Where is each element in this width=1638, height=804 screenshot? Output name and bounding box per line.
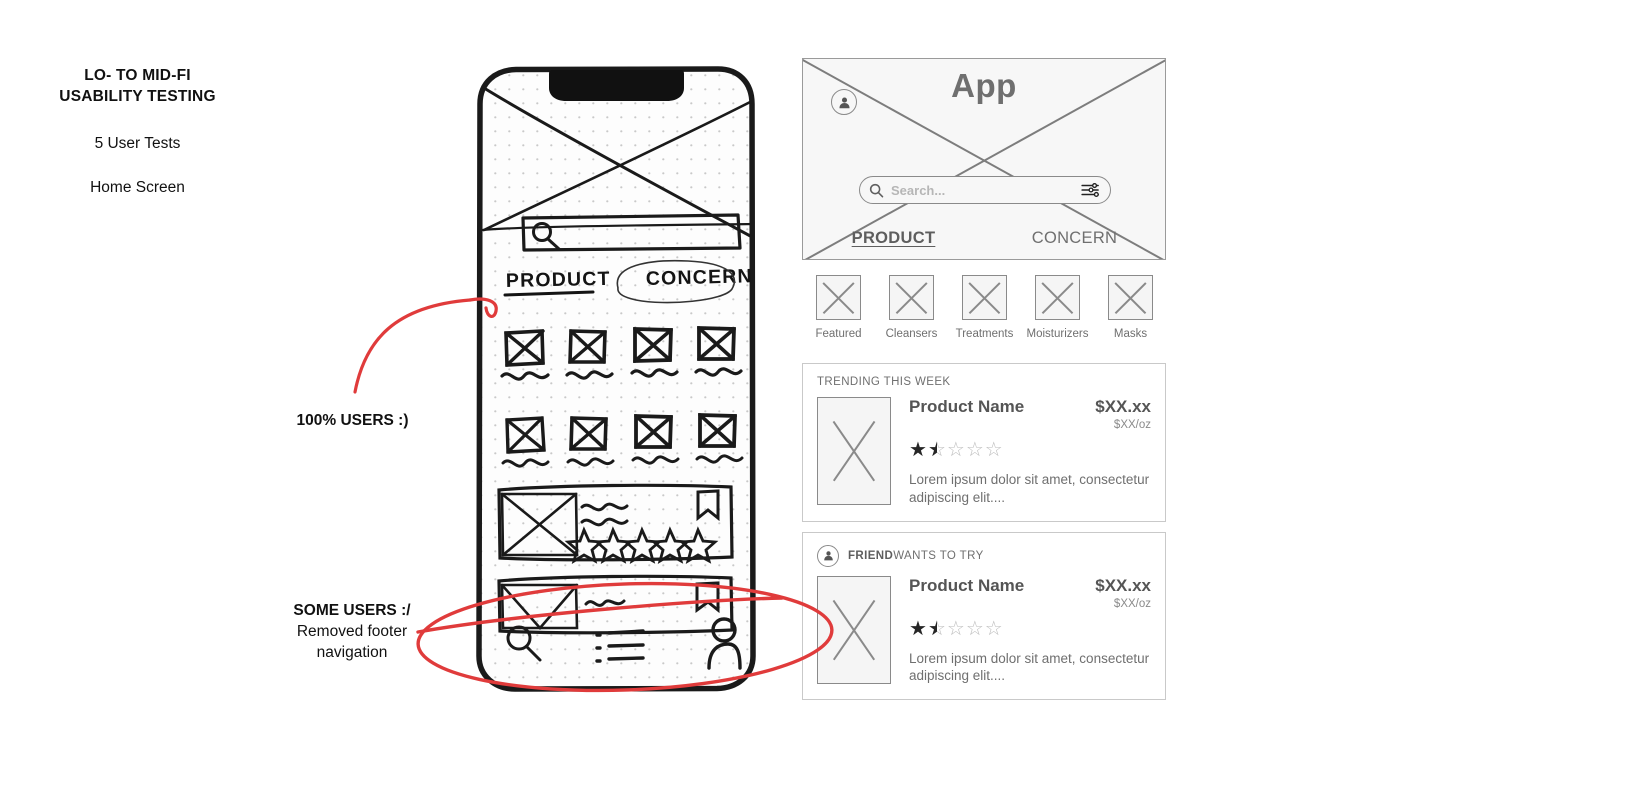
product-name: Product Name	[909, 575, 1025, 595]
annotation-note-issue-line1: Removed footer	[296, 622, 408, 640]
deck-title: LO- TO MID-FI USABILITY TESTING	[10, 66, 265, 108]
category-label: Featured	[815, 328, 862, 340]
product-price-block: $XX.xx $XX/oz	[1095, 576, 1151, 610]
card-eyebrow-text: TRENDING THIS WEEK	[817, 376, 951, 388]
product-description: Lorem ipsum dolor sit amet, consectetur …	[909, 650, 1150, 684]
category-image-placeholder	[816, 275, 861, 320]
star-empty: ☆	[984, 617, 1004, 640]
person-icon[interactable]	[831, 89, 857, 115]
mockup-tab-bar: PRODUCT CONCERN	[803, 229, 1165, 248]
product-unit-price: $XX/oz	[1113, 419, 1151, 431]
product-info: Product Name $XX.xx $XX/oz ★☆★☆☆☆ Lorem …	[909, 397, 1151, 507]
annotation-note-issue-line2: navigation	[316, 643, 388, 661]
card-body: Product Name $XX.xx $XX/oz ★☆★☆☆☆ Lorem …	[817, 397, 1151, 507]
star-half: ☆★	[927, 617, 947, 640]
annotation-note-issue-heading: SOME USERS :/	[293, 602, 411, 619]
app-title: App	[951, 67, 1017, 104]
category-item[interactable]: Featured	[802, 275, 875, 353]
product-card[interactable]: FRIEND WANTS TO TRY Product Name $XX.xx …	[802, 531, 1166, 701]
star-empty: ☆	[946, 439, 966, 461]
product-title-row: Product Name $XX.xx $XX/oz	[909, 397, 1151, 431]
rating-stars: ★☆★☆☆☆	[909, 619, 1151, 639]
category-label: Masks	[1113, 328, 1148, 340]
annotation-note-success: 100% USERS :)	[296, 412, 409, 429]
product-unit-price: $XX/oz	[1113, 597, 1151, 610]
star-filled: ★	[909, 617, 928, 640]
annotation-note-issue: SOME USERS :/ Removed footer navigation	[232, 601, 472, 664]
svg-text:PRODUCT: PRODUCT	[506, 268, 611, 292]
search-icon	[869, 183, 884, 198]
deck-title-line2: USABILITY TESTING	[59, 87, 216, 105]
midfi-mockup-home-screen: App Search... PRODUCT CONCERN Featured C…	[802, 58, 1168, 768]
star-empty: ☆	[965, 439, 985, 461]
category-label: Cleansers	[885, 328, 938, 340]
lofi-sketch-phone: PRODUCT CONCERN	[466, 60, 766, 700]
star-filled: ★	[909, 439, 928, 461]
category-image-placeholder	[962, 275, 1007, 320]
user-tests-count: 5 User Tests	[94, 135, 181, 152]
mockup-header: App Search... PRODUCT CONCERN	[802, 58, 1166, 260]
tab-concern[interactable]: CONCERN	[984, 229, 1165, 248]
screen-name-label: Home Screen	[90, 179, 185, 196]
star-half: ☆★	[927, 439, 947, 461]
phone-notch	[549, 70, 684, 101]
card-eyebrow-strong: FRIEND	[848, 549, 894, 562]
filter-sliders-icon[interactable]	[1081, 182, 1101, 198]
category-label: Moisturizers	[1026, 328, 1089, 340]
card-body: Product Name $XX.xx $XX/oz ★☆★☆☆☆ Lorem …	[817, 575, 1151, 686]
category-item[interactable]: Treatments	[948, 275, 1021, 353]
category-item[interactable]: Moisturizers	[1021, 275, 1094, 353]
product-name: Product Name	[909, 397, 1025, 416]
product-card[interactable]: TRENDING THIS WEEK Product Name $XX.xx $…	[802, 363, 1166, 522]
product-title-row: Product Name $XX.xx $XX/oz	[909, 576, 1151, 610]
person-icon	[817, 544, 839, 567]
tab-product[interactable]: PRODUCT	[803, 229, 984, 248]
svg-text:CONCERN: CONCERN	[646, 265, 754, 290]
product-description: Lorem ipsum dolor sit amet, consectetur …	[909, 472, 1150, 505]
star-empty: ☆	[965, 617, 985, 640]
product-thumbnail	[817, 575, 891, 684]
category-strip[interactable]: Featured Cleansers Treatments Moisturize…	[802, 275, 1168, 353]
lofi-sketch-svg: PRODUCT CONCERN	[476, 66, 756, 692]
category-item[interactable]: Masks	[1094, 275, 1167, 353]
annotation-arrow-to-product-tab	[353, 298, 472, 394]
category-image-placeholder	[1108, 275, 1153, 320]
card-eyebrow-text: WANTS TO TRY	[893, 549, 984, 562]
product-image-placeholder	[817, 397, 891, 505]
product-price: $XX.xx	[1095, 397, 1151, 416]
product-price-block: $XX.xx $XX/oz	[1095, 397, 1151, 431]
rating-stars: ★☆★☆☆☆	[909, 440, 1151, 460]
product-thumbnail	[817, 397, 891, 505]
category-item[interactable]: Cleansers	[875, 275, 948, 353]
star-empty: ☆	[946, 617, 966, 640]
card-eyebrow: FRIEND WANTS TO TRY	[817, 544, 1151, 567]
category-label: Treatments	[955, 328, 1014, 340]
person-glyph	[823, 551, 833, 561]
deck-title-line1: LO- TO MID-FI	[84, 67, 191, 84]
person-glyph	[838, 97, 850, 108]
category-image-placeholder	[889, 275, 934, 320]
card-eyebrow: TRENDING THIS WEEK	[817, 376, 1151, 388]
product-price: $XX.xx	[1095, 575, 1151, 595]
category-image-placeholder	[1035, 275, 1080, 320]
star-empty: ☆	[984, 439, 1004, 461]
product-info: Product Name $XX.xx $XX/oz ★☆★☆☆☆ Lorem …	[909, 576, 1151, 686]
search-placeholder-text: Search...	[891, 182, 946, 198]
product-image-placeholder	[817, 575, 891, 684]
search-input[interactable]: Search...	[859, 176, 1111, 204]
